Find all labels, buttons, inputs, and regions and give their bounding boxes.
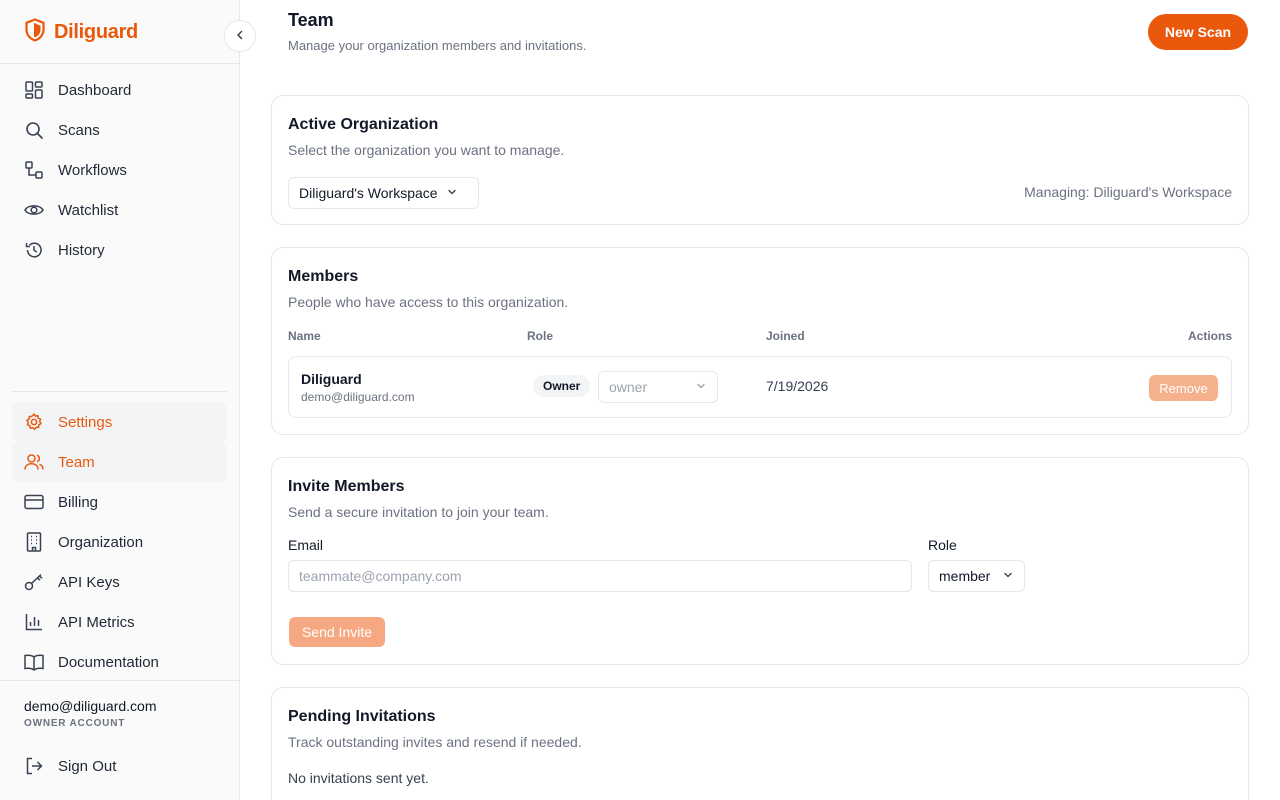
- sidebar-item-label: History: [58, 241, 105, 259]
- empty-invitations-message: No invitations sent yet.: [288, 770, 429, 786]
- bar-chart-icon: [24, 612, 44, 632]
- card-title: Pending Invitations: [288, 708, 436, 725]
- brand[interactable]: Diliguard: [24, 17, 138, 47]
- sidebar-item-organization[interactable]: Organization: [12, 522, 227, 562]
- card-description: Track outstanding invites and resend if …: [288, 734, 582, 750]
- workflow-icon: [24, 160, 44, 180]
- sidebar-item-label: Documentation: [58, 653, 159, 671]
- invite-role-value: member: [939, 568, 991, 584]
- invite-email-input[interactable]: [288, 560, 912, 592]
- sidebar-item-label: Watchlist: [58, 201, 119, 219]
- sidebar-item-scans[interactable]: Scans: [12, 110, 227, 150]
- sign-out-button[interactable]: Sign Out: [12, 746, 227, 786]
- settings-nav: Settings Team Billing Organization API K…: [12, 402, 227, 682]
- eye-icon: [24, 200, 44, 220]
- sidebar-item-watchlist[interactable]: Watchlist: [12, 190, 227, 230]
- chevron-down-icon: [695, 379, 707, 395]
- card-description: Select the organization you want to mana…: [288, 142, 565, 158]
- card-title: Members: [288, 268, 359, 285]
- new-scan-button[interactable]: New Scan: [1148, 14, 1248, 50]
- table-row: Diliguard demo@diliguard.com Owner owner…: [288, 356, 1232, 418]
- chevron-down-icon: [446, 185, 458, 201]
- gear-icon: [24, 412, 44, 432]
- remove-member-button[interactable]: Remove: [1149, 375, 1218, 401]
- chevron-left-icon: [234, 29, 246, 44]
- sidebar-item-label: API Keys: [58, 573, 120, 591]
- user-role: OWNER ACCOUNT: [24, 718, 126, 729]
- invite-members-card: Invite Members Send a secure invitation …: [271, 457, 1249, 665]
- member-role-select[interactable]: owner: [598, 371, 718, 403]
- invite-role-select[interactable]: member: [928, 560, 1025, 592]
- member-joined-date: 7/19/2026: [766, 378, 829, 394]
- sidebar-item-label: Dashboard: [58, 81, 132, 99]
- search-icon: [24, 120, 44, 140]
- dashboard-icon: [24, 80, 44, 100]
- credit-card-icon: [24, 492, 44, 512]
- sidebar-item-documentation[interactable]: Documentation: [12, 642, 227, 682]
- organization-select[interactable]: Diliguard's Workspace: [288, 177, 479, 209]
- sidebar-item-label: Organization: [58, 533, 144, 551]
- page-subtitle: Manage your organization members and inv…: [288, 38, 587, 53]
- brand-name: Diliguard: [54, 20, 138, 43]
- page-title: Team: [288, 10, 334, 30]
- sidebar-item-billing[interactable]: Billing: [12, 482, 227, 522]
- card-description: People who have access to this organizat…: [288, 294, 569, 310]
- logout-icon: [24, 756, 44, 776]
- role-badge: Owner: [533, 375, 591, 397]
- sidebar-item-label: Scans: [58, 121, 100, 139]
- send-invite-button[interactable]: Send Invite: [289, 617, 385, 647]
- active-organization-card: Active Organization Select the organizat…: [271, 95, 1249, 225]
- users-icon: [24, 452, 44, 472]
- sidebar-item-label: Settings: [58, 413, 113, 431]
- column-header-name: Name: [288, 329, 321, 343]
- sidebar-item-label: Workflows: [58, 161, 127, 179]
- member-email: demo@diliguard.com: [301, 390, 415, 404]
- sidebar-item-label: Team: [58, 453, 95, 471]
- key-icon: [24, 572, 44, 592]
- managing-label: Managing: Diliguard's Workspace: [1024, 184, 1232, 200]
- card-title: Invite Members: [288, 478, 405, 495]
- sidebar-item-label: Billing: [58, 493, 99, 511]
- sidebar-item-history[interactable]: History: [12, 230, 227, 270]
- sidebar-item-label: API Metrics: [58, 613, 135, 631]
- member-name: Diliguard: [301, 371, 362, 387]
- sidebar-item-team[interactable]: Team: [12, 442, 227, 482]
- sidebar-item-workflows[interactable]: Workflows: [12, 150, 227, 190]
- sidebar: Diliguard Dashboard Scans Workflows Watc…: [0, 0, 240, 800]
- building-icon: [24, 532, 44, 552]
- sidebar-item-api-metrics[interactable]: API Metrics: [12, 602, 227, 642]
- main-nav: Dashboard Scans Workflows Watchlist Hist…: [12, 70, 227, 270]
- sidebar-item-api-keys[interactable]: API Keys: [12, 562, 227, 602]
- members-card: Members People who have access to this o…: [271, 247, 1249, 435]
- book-icon: [24, 652, 44, 672]
- chevron-down-icon: [1002, 568, 1014, 584]
- role-label: Role: [928, 537, 957, 553]
- history-icon: [24, 240, 44, 260]
- card-description: Send a secure invitation to join your te…: [288, 504, 549, 520]
- email-label: Email: [288, 537, 324, 553]
- column-header-role: Role: [527, 329, 554, 343]
- pending-invitations-card: Pending Invitations Track outstanding in…: [271, 687, 1249, 800]
- sidebar-item-dashboard[interactable]: Dashboard: [12, 70, 227, 110]
- card-title: Active Organization: [288, 116, 439, 133]
- sign-out-label: Sign Out: [58, 757, 117, 775]
- signout-section: Sign Out: [12, 746, 227, 786]
- sidebar-item-settings[interactable]: Settings: [12, 402, 227, 442]
- sidebar-divider: [0, 63, 239, 64]
- sidebar-divider: [12, 391, 227, 392]
- member-role-value: owner: [609, 379, 648, 395]
- column-header-joined: Joined: [766, 329, 805, 343]
- shield-icon: [24, 17, 46, 47]
- collapse-sidebar-button[interactable]: [224, 20, 256, 52]
- sidebar-divider: [0, 680, 239, 681]
- organization-select-value: Diliguard's Workspace: [299, 185, 438, 201]
- user-email: demo@diliguard.com: [24, 698, 157, 714]
- column-header-actions: Actions: [1187, 329, 1232, 343]
